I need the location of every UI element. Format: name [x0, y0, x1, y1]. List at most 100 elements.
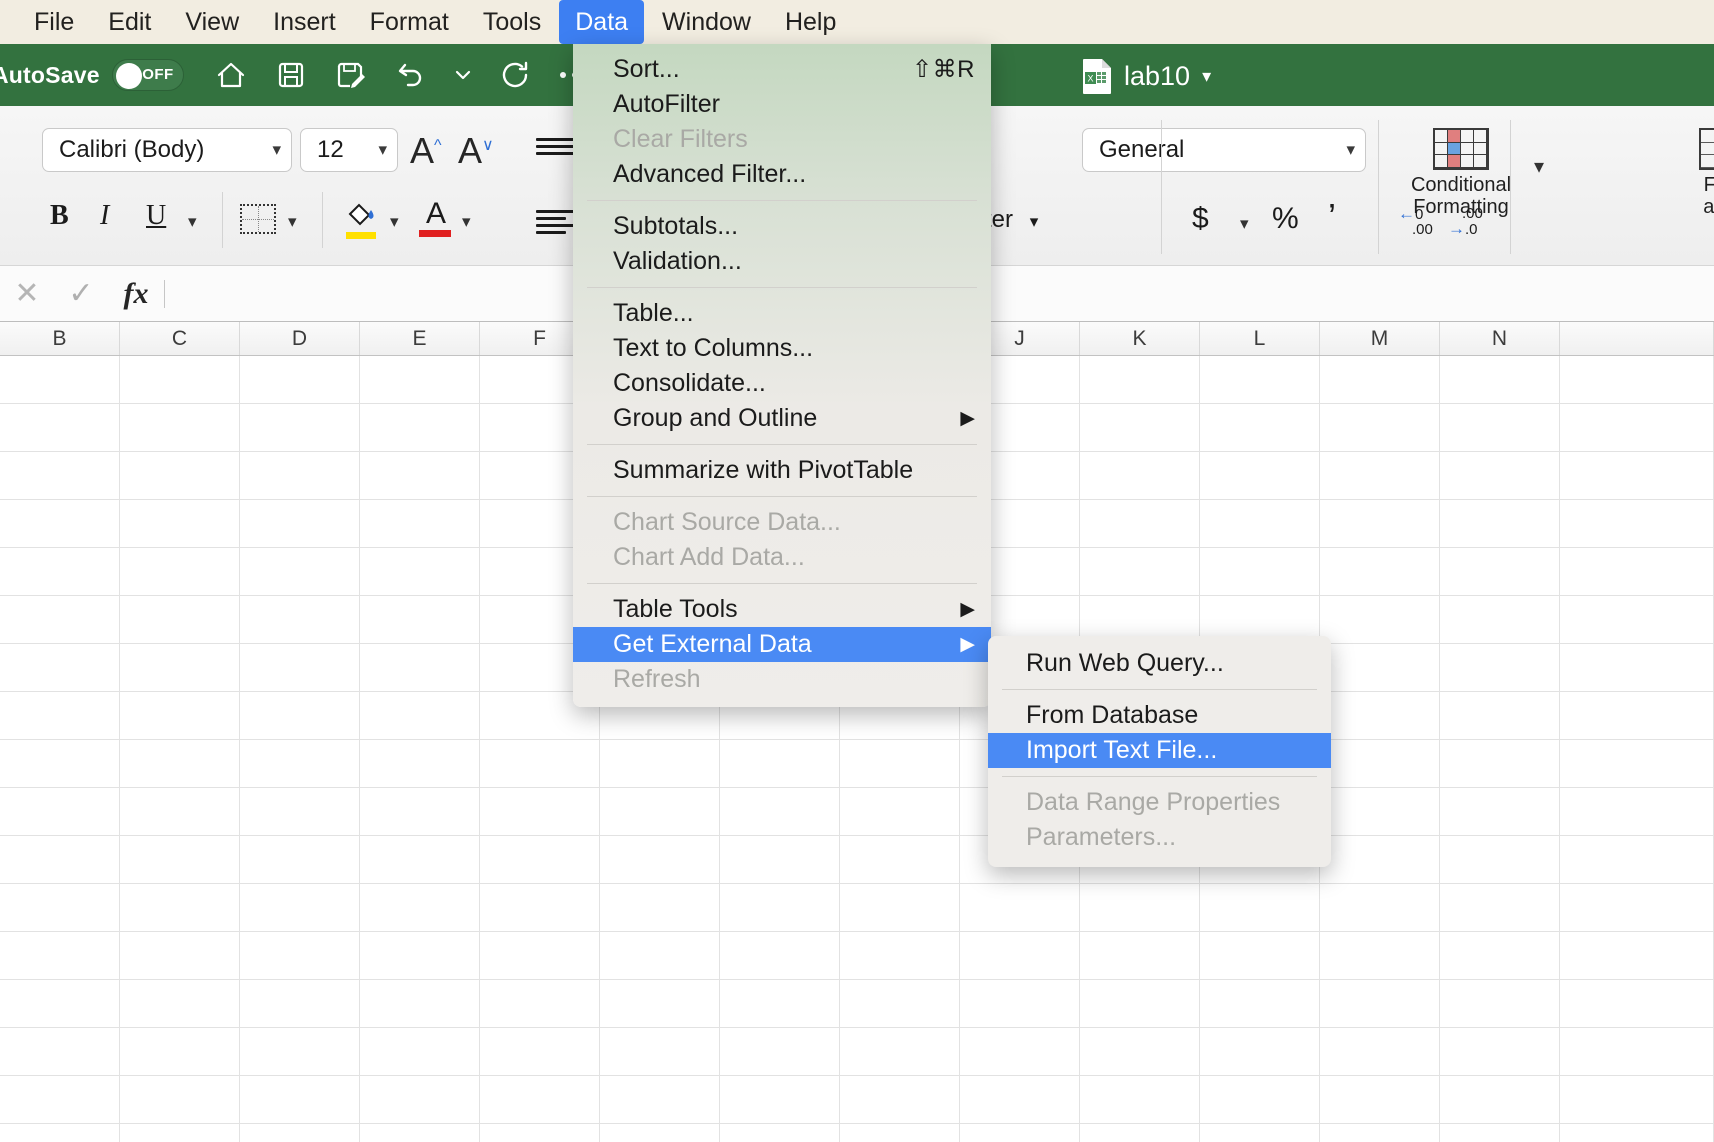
grid-cell[interactable] — [0, 1124, 120, 1142]
grid-cell[interactable] — [960, 1124, 1080, 1142]
grid-cell[interactable] — [1440, 884, 1560, 931]
menu-file[interactable]: File — [18, 0, 90, 44]
font-size-select[interactable]: 12 ▾ — [300, 128, 398, 172]
grid-cell[interactable] — [240, 644, 360, 691]
grid-cell[interactable] — [840, 1028, 960, 1075]
document-menu-chevron-icon[interactable]: ▾ — [1202, 66, 1211, 87]
grid-cell[interactable] — [600, 1076, 720, 1123]
grid-cell[interactable] — [1440, 500, 1560, 547]
grid-cell[interactable] — [840, 740, 960, 787]
grid-cell[interactable] — [1080, 452, 1200, 499]
grid-cell[interactable] — [1080, 1028, 1200, 1075]
borders-icon[interactable] — [240, 204, 276, 234]
grid-cell[interactable] — [1320, 980, 1440, 1027]
grid-cell[interactable] — [1560, 548, 1714, 595]
grid-cell[interactable] — [360, 1076, 480, 1123]
grid-cell[interactable] — [0, 356, 120, 403]
grid-cell[interactable] — [0, 692, 120, 739]
submenu-item-from-database[interactable]: From Database — [988, 698, 1331, 733]
fill-color-dropdown-chevron-icon[interactable]: ▾ — [390, 212, 399, 232]
grid-cell[interactable] — [600, 1124, 720, 1142]
grid-cell[interactable] — [1080, 932, 1200, 979]
grid-cell[interactable] — [1320, 1124, 1440, 1142]
menu-bar[interactable]: File Edit View Insert Format Tools Data Window H… — [0, 0, 1714, 44]
submenu-item-run-web-query[interactable]: Run Web Query... — [988, 646, 1331, 681]
grid-cell[interactable] — [1080, 548, 1200, 595]
grid-cell[interactable] — [240, 404, 360, 451]
menu-item-sort[interactable]: Sort... ⇧⌘R — [573, 52, 991, 87]
menu-item-table-tools[interactable]: Table Tools ▶ — [573, 592, 991, 627]
grid-cell[interactable] — [1080, 500, 1200, 547]
grid-cell[interactable] — [480, 884, 600, 931]
grid-cell[interactable] — [1560, 788, 1714, 835]
grid-cell[interactable] — [1440, 932, 1560, 979]
menu-item-advanced-filter[interactable]: Advanced Filter... — [573, 157, 991, 192]
grid-cell[interactable] — [1560, 1124, 1714, 1142]
grid-cell[interactable] — [600, 884, 720, 931]
grid-cell[interactable] — [1440, 596, 1560, 643]
grid-cell[interactable] — [600, 836, 720, 883]
grid-cell[interactable] — [1200, 1076, 1320, 1123]
grid-cell[interactable] — [720, 1124, 840, 1142]
grid-cell[interactable] — [360, 932, 480, 979]
grid-cell[interactable] — [1320, 404, 1440, 451]
grid-cell[interactable] — [1200, 404, 1320, 451]
undo-icon[interactable] — [394, 58, 428, 92]
menu-item-validation[interactable]: Validation... — [573, 244, 991, 279]
grid-cell[interactable] — [240, 836, 360, 883]
grid-cell[interactable] — [1440, 452, 1560, 499]
borders-dropdown-chevron-icon[interactable]: ▾ — [288, 212, 297, 232]
grid-cell[interactable] — [1080, 356, 1200, 403]
grid-cell[interactable] — [0, 884, 120, 931]
grid-cell[interactable] — [1560, 500, 1714, 547]
grid-cell[interactable] — [0, 932, 120, 979]
underline-button[interactable]: U — [146, 200, 166, 232]
column-header-L[interactable]: L — [1200, 322, 1320, 355]
confirm-entry-icon[interactable]: ✓ — [54, 276, 108, 311]
grid-cell[interactable] — [1080, 884, 1200, 931]
grid-cell[interactable] — [600, 1028, 720, 1075]
grid-cell[interactable] — [120, 884, 240, 931]
grid-row[interactable] — [0, 788, 1714, 836]
grid-row[interactable] — [0, 932, 1714, 980]
grid-cell[interactable] — [120, 356, 240, 403]
grid-cell[interactable] — [120, 788, 240, 835]
font-color-dropdown-chevron-icon[interactable]: ▾ — [462, 212, 471, 232]
grid-cell[interactable] — [240, 596, 360, 643]
grid-cell[interactable] — [360, 980, 480, 1027]
grid-cell[interactable] — [0, 980, 120, 1027]
grid-cell[interactable] — [360, 1028, 480, 1075]
grid-cell[interactable] — [360, 548, 480, 595]
column-header-K[interactable]: K — [1080, 322, 1200, 355]
grid-cell[interactable] — [1440, 644, 1560, 691]
cancel-entry-icon[interactable]: ✕ — [0, 276, 54, 311]
grid-cell[interactable] — [840, 836, 960, 883]
grid-cell[interactable] — [960, 884, 1080, 931]
grid-cell[interactable] — [1320, 884, 1440, 931]
grid-cell[interactable] — [360, 836, 480, 883]
grid-cell[interactable] — [120, 692, 240, 739]
grid-cell[interactable] — [1560, 1076, 1714, 1123]
grid-cell[interactable] — [480, 788, 600, 835]
menu-edit[interactable]: Edit — [92, 0, 167, 44]
save-icon[interactable] — [274, 58, 308, 92]
grid-cell[interactable] — [1320, 596, 1440, 643]
grid-cell[interactable] — [1440, 1124, 1560, 1142]
grid-cell[interactable] — [600, 740, 720, 787]
menu-insert[interactable]: Insert — [257, 0, 352, 44]
grid-cell[interactable] — [0, 404, 120, 451]
grid-cell[interactable] — [480, 1076, 600, 1123]
grid-cell[interactable] — [1560, 740, 1714, 787]
grid-cell[interactable] — [240, 692, 360, 739]
grid-cell[interactable] — [120, 548, 240, 595]
grid-cell[interactable] — [480, 932, 600, 979]
grid-cell[interactable] — [360, 740, 480, 787]
menu-help[interactable]: Help — [769, 0, 852, 44]
grid-cell[interactable] — [840, 788, 960, 835]
bold-button[interactable]: B — [50, 200, 69, 232]
grid-cell[interactable] — [1560, 980, 1714, 1027]
menu-item-get-external-data[interactable]: Get External Data ▶ — [573, 627, 991, 662]
column-header-E[interactable]: E — [360, 322, 480, 355]
grid-cell[interactable] — [600, 980, 720, 1027]
insert-function-icon[interactable]: fx — [108, 277, 164, 311]
